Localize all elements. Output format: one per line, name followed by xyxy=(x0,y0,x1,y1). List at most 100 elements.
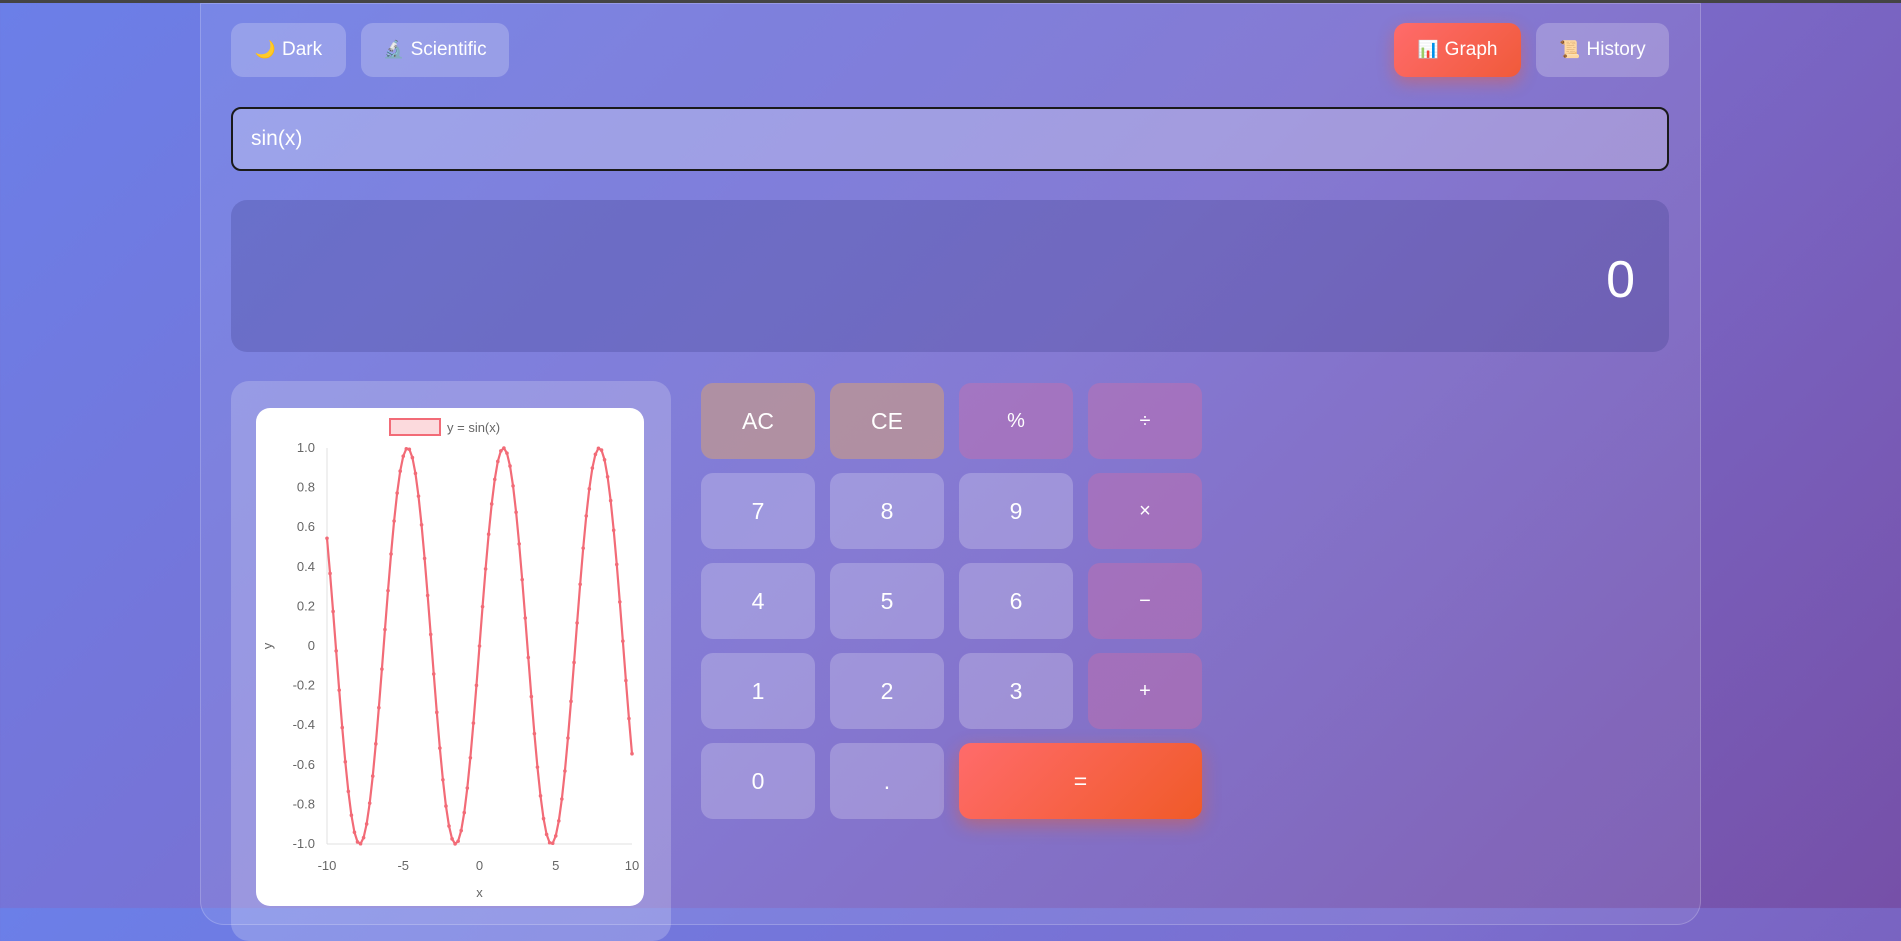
y-axis-label: y xyxy=(260,642,275,649)
clear-entry-button[interactable]: CE xyxy=(830,383,944,459)
microscope-icon: 🔬 xyxy=(383,40,405,59)
y-tick-label: 0.8 xyxy=(297,480,315,495)
data-point xyxy=(346,789,351,794)
data-point xyxy=(389,552,393,556)
data-point xyxy=(596,446,601,451)
data-point xyxy=(441,777,445,782)
data-point xyxy=(468,756,473,760)
y-tick-label: 1.0 xyxy=(297,440,315,455)
data-point xyxy=(465,786,470,790)
result-display: 0 xyxy=(231,200,1669,352)
data-point xyxy=(630,751,634,756)
data-point xyxy=(627,716,631,721)
dark-mode-label: Dark xyxy=(282,39,323,60)
data-point xyxy=(544,832,549,837)
add-button[interactable]: + xyxy=(1088,653,1202,729)
x-tick-label: -5 xyxy=(397,858,409,873)
digit-7-button[interactable]: 7 xyxy=(701,473,815,549)
data-point xyxy=(349,813,354,818)
data-point xyxy=(404,446,409,451)
digit-9-button[interactable]: 9 xyxy=(959,473,1073,549)
data-point xyxy=(435,710,439,715)
moon-icon: 🌙 xyxy=(254,40,277,59)
data-point xyxy=(456,839,460,843)
data-point xyxy=(611,528,616,532)
data-point xyxy=(581,546,585,550)
data-point xyxy=(453,842,457,846)
data-point xyxy=(358,841,363,846)
data-point xyxy=(563,769,567,773)
scroll-icon: 📜 xyxy=(1559,40,1581,59)
y-tick-label: 0.2 xyxy=(297,598,315,613)
multiply-button[interactable]: × xyxy=(1088,473,1202,549)
data-point xyxy=(422,556,427,561)
data-point xyxy=(569,699,573,704)
data-point xyxy=(392,519,396,523)
data-point xyxy=(496,459,500,464)
digit-0-button[interactable]: 0 xyxy=(701,743,815,819)
data-point xyxy=(489,502,494,506)
scientific-mode-label: Scientific xyxy=(410,39,487,60)
y-tick-label: -0.8 xyxy=(293,796,315,811)
data-point xyxy=(508,464,512,468)
digit-4-button[interactable]: 4 xyxy=(701,563,815,639)
decimal-button[interactable]: . xyxy=(830,743,944,819)
digit-3-button[interactable]: 3 xyxy=(959,653,1073,729)
data-point xyxy=(352,830,357,835)
data-point xyxy=(547,840,552,845)
data-point xyxy=(331,609,335,614)
graph-panel: 1.0 0.8 0.6 0.4 0.2 0 -0.2 -0.4 -0.6 -0.8 -1.0 -10 -… xyxy=(231,381,671,941)
percent-button[interactable]: % xyxy=(959,383,1073,459)
digit-5-button[interactable]: 5 xyxy=(830,563,944,639)
result-value: 0 xyxy=(1606,251,1635,309)
data-point xyxy=(438,746,442,750)
digit-8-button[interactable]: 8 xyxy=(830,473,944,549)
x-tick-label: -10 xyxy=(318,858,337,873)
data-point xyxy=(614,562,619,567)
data-point xyxy=(529,694,534,699)
data-point xyxy=(553,834,558,838)
data-point xyxy=(325,536,329,541)
digit-6-button[interactable]: 6 xyxy=(959,563,1073,639)
dark-mode-button[interactable]: 🌙 Dark xyxy=(231,23,346,77)
data-point xyxy=(343,760,348,764)
data-point xyxy=(364,822,369,826)
data-point xyxy=(575,621,579,625)
data-point xyxy=(328,571,332,576)
data-point xyxy=(447,824,451,828)
expression-input[interactable] xyxy=(231,107,1669,171)
all-clear-button[interactable]: AC xyxy=(701,383,815,459)
data-point xyxy=(340,725,345,730)
y-tick-label: 0.4 xyxy=(297,559,315,574)
equals-button[interactable]: = xyxy=(959,743,1202,819)
digit-2-button[interactable]: 2 xyxy=(830,653,944,729)
data-point xyxy=(474,683,479,688)
graph-mode-label: Graph xyxy=(1444,39,1498,60)
data-point xyxy=(538,794,543,798)
x-tick-label: 10 xyxy=(625,858,639,873)
history-button[interactable]: 📜 History xyxy=(1536,23,1669,77)
data-point xyxy=(618,600,622,604)
data-point xyxy=(401,454,406,458)
data-point xyxy=(410,455,415,460)
data-point xyxy=(486,532,491,536)
data-point xyxy=(459,828,463,833)
data-point xyxy=(477,644,482,648)
data-point xyxy=(511,484,515,488)
x-tick-label: 0 xyxy=(476,858,483,873)
subtract-button[interactable]: − xyxy=(1088,563,1202,639)
data-point xyxy=(370,774,375,778)
data-point xyxy=(425,593,430,598)
data-point xyxy=(535,765,540,769)
data-point xyxy=(355,840,360,844)
scientific-mode-button[interactable]: 🔬 Scientific xyxy=(361,23,509,77)
divide-button[interactable]: ÷ xyxy=(1088,383,1202,459)
graph-mode-button[interactable]: 📊 Graph xyxy=(1394,23,1521,77)
data-point xyxy=(492,477,497,482)
data-point xyxy=(395,491,399,495)
data-point xyxy=(520,577,524,582)
digit-1-button[interactable]: 1 xyxy=(701,653,815,729)
data-point xyxy=(602,457,607,462)
y-tick-label: -1.0 xyxy=(293,836,315,851)
data-point xyxy=(499,449,503,453)
